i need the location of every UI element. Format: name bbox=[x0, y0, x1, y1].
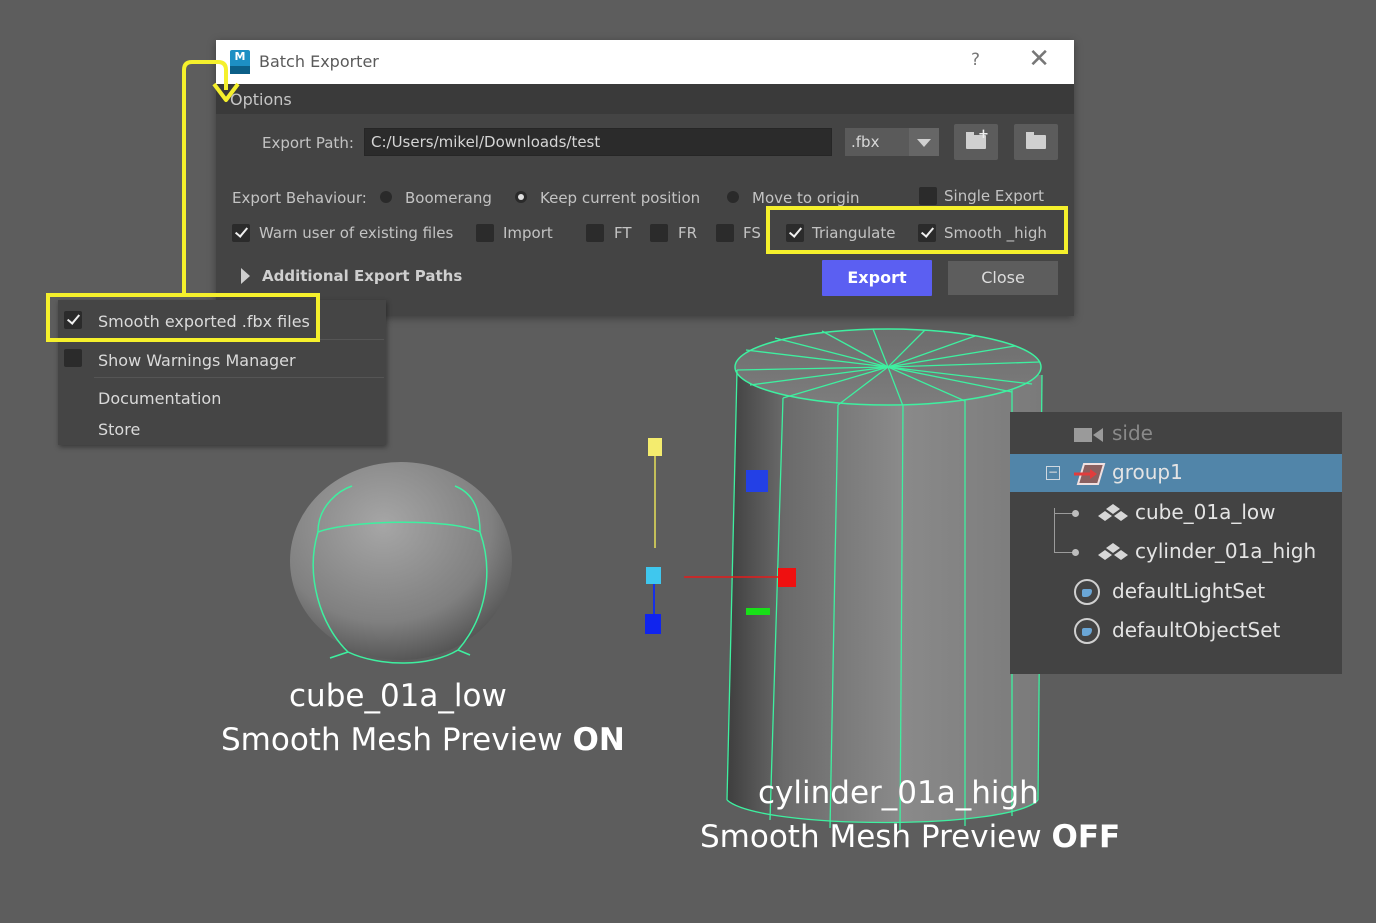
cylinder-preview-caption: Smooth Mesh Preview OFF bbox=[700, 819, 1121, 855]
outliner-label-lightset: defaultLightSet bbox=[1112, 579, 1266, 603]
format-value: .fbx bbox=[851, 133, 880, 151]
menu-item-warnings[interactable]: Show Warnings Manager bbox=[98, 351, 296, 370]
outliner-item-cylinder[interactable]: cylinder_01a_high bbox=[1010, 533, 1342, 571]
set-icon bbox=[1074, 579, 1100, 605]
format-dropdown[interactable]: .fbx bbox=[845, 128, 939, 156]
outliner-label-cylinder: cylinder_01a_high bbox=[1135, 539, 1317, 563]
set-icon bbox=[1074, 618, 1100, 644]
cylinder-name-caption: cylinder_01a_high bbox=[758, 775, 1039, 811]
options-menu[interactable]: Options bbox=[230, 90, 292, 109]
cube-name-caption: cube_01a_low bbox=[289, 678, 507, 714]
batch-exporter-window: M Batch Exporter ? ✕ Options Export Path… bbox=[216, 40, 1074, 316]
smooth-fbx-highlight bbox=[46, 293, 320, 342]
expand-arrow-icon[interactable] bbox=[241, 268, 250, 284]
warnings-checkbox[interactable] bbox=[64, 349, 82, 367]
menu-item-store[interactable]: Store bbox=[98, 420, 140, 439]
fs-checkbox[interactable] bbox=[716, 224, 734, 242]
chevron-down-icon bbox=[909, 128, 939, 156]
group-transform-icon bbox=[1074, 463, 1106, 485]
tree-node-dot bbox=[1072, 549, 1079, 556]
folder-icon bbox=[1026, 132, 1046, 149]
smoothed-cube-mesh bbox=[290, 462, 512, 664]
window-title: Batch Exporter bbox=[259, 52, 379, 71]
export-button[interactable]: Export bbox=[822, 260, 932, 296]
maya-app-icon: M bbox=[230, 50, 250, 74]
outliner-panel: side − group1 cube_01a_low cylinder_01a_… bbox=[1010, 412, 1342, 674]
cylinder-mesh bbox=[726, 328, 1043, 831]
single-export-checkbox[interactable] bbox=[919, 187, 937, 205]
outliner-label-side: side bbox=[1112, 421, 1153, 445]
import-label: Import bbox=[503, 224, 553, 242]
menu-bar: Options bbox=[216, 84, 1074, 114]
tree-branch bbox=[1054, 533, 1055, 552]
close-icon[interactable]: ✕ bbox=[1028, 46, 1050, 72]
new-folder-button[interactable]: + bbox=[954, 124, 998, 160]
mesh-icon bbox=[1098, 543, 1128, 560]
close-button[interactable]: Close bbox=[948, 261, 1058, 295]
ft-label: FT bbox=[614, 224, 632, 242]
warn-label: Warn user of existing files bbox=[259, 224, 454, 242]
single-export-label: Single Export bbox=[944, 187, 1044, 205]
radio-move-origin[interactable] bbox=[727, 191, 739, 203]
export-path-input[interactable]: C:/Users/mikel/Downloads/test bbox=[364, 128, 832, 156]
fs-label: FS bbox=[743, 224, 761, 242]
plus-icon: + bbox=[978, 127, 989, 142]
export-behaviour-label: Export Behaviour: bbox=[232, 189, 367, 207]
warn-checkbox[interactable] bbox=[232, 224, 250, 242]
radio-move-origin-label: Move to origin bbox=[752, 189, 860, 207]
outliner-item-lightset[interactable]: defaultLightSet bbox=[1010, 573, 1342, 611]
cube-preview-caption: Smooth Mesh Preview ON bbox=[221, 722, 625, 758]
radio-keep-position-label: Keep current position bbox=[540, 189, 701, 207]
outliner-item-objectset[interactable]: defaultObjectSet bbox=[1010, 612, 1342, 650]
outliner-item-cube[interactable]: cube_01a_low bbox=[1010, 494, 1342, 532]
outliner-label-cube: cube_01a_low bbox=[1135, 500, 1276, 524]
menu-item-documentation[interactable]: Documentation bbox=[98, 389, 221, 408]
fr-label: FR bbox=[678, 224, 698, 242]
tree-node-dot bbox=[1072, 510, 1079, 517]
fr-checkbox[interactable] bbox=[650, 224, 668, 242]
browse-folder-button[interactable] bbox=[1014, 124, 1058, 160]
menu-divider bbox=[94, 377, 384, 378]
camera-icon bbox=[1074, 428, 1103, 442]
help-button[interactable]: ? bbox=[971, 50, 980, 70]
export-path-label: Export Path: bbox=[262, 134, 354, 152]
outliner-label-objectset: defaultObjectSet bbox=[1112, 618, 1281, 642]
ft-checkbox[interactable] bbox=[586, 224, 604, 242]
outliner-item-side[interactable]: side bbox=[1010, 415, 1342, 453]
tree-branch bbox=[1054, 508, 1055, 534]
triangulate-smooth-highlight bbox=[766, 206, 1068, 254]
radio-boomerang[interactable] bbox=[380, 191, 392, 203]
radio-keep-position[interactable] bbox=[515, 191, 527, 203]
additional-paths-label[interactable]: Additional Export Paths bbox=[262, 267, 462, 285]
outliner-item-group1[interactable]: − group1 bbox=[1010, 454, 1342, 492]
collapse-icon[interactable]: − bbox=[1046, 466, 1060, 480]
outliner-label-group1: group1 bbox=[1112, 460, 1183, 484]
mesh-icon bbox=[1098, 504, 1128, 521]
radio-boomerang-label: Boomerang bbox=[405, 189, 492, 207]
import-checkbox[interactable] bbox=[476, 224, 494, 242]
title-bar: M Batch Exporter ? ✕ bbox=[216, 40, 1074, 84]
